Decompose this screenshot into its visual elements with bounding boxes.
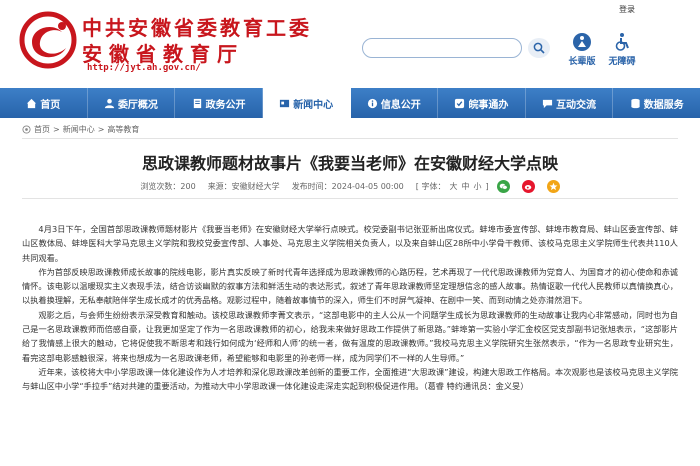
nav-item-data-services[interactable]: 数据服务 [613, 88, 700, 118]
site-title-main: 中共安徽省委教育工委 [82, 16, 312, 40]
article-paragraph: 作为首部反映思政课教师成长故事的院线电影，影片真实反映了新时代青年选择成为思政课… [22, 266, 678, 306]
wechat-share-button[interactable] [496, 180, 510, 193]
document-icon [193, 98, 201, 108]
weibo-icon [524, 185, 531, 190]
nav-item-news[interactable]: 新闻中心 [262, 88, 351, 118]
home-icon [27, 98, 37, 108]
meta-divider [22, 198, 678, 199]
article-body: 4月3日下午，全国首部思政课教师题材影片《我要当老师》在安徽财经大学举行点映式。… [22, 222, 678, 394]
view-count: 浏览次数：200 [140, 182, 196, 191]
nav-item-label: 新闻中心 [293, 99, 334, 111]
elder-mode-label: 长辈版 [568, 57, 596, 67]
nav-item-home[interactable]: 首页 [0, 88, 88, 118]
article-title: 思政课教师题材故事片《我要当老师》在安徽财经大学点映 [141, 154, 558, 173]
weibo-share-button[interactable] [521, 180, 535, 193]
service-icon [455, 98, 465, 108]
nav-item-info-disclosure[interactable]: 信息公开 [351, 88, 439, 118]
wechat-icon [499, 183, 507, 190]
breadcrumb-divider [22, 138, 678, 139]
breadcrumb-separator: > [53, 125, 60, 134]
nav-item-label: 委厅概况 [117, 99, 158, 111]
nav-item-label: 皖事通办 [468, 99, 509, 111]
accessibility-label: 无障碍 [608, 57, 636, 67]
font-size-medium[interactable]: 中 [461, 181, 469, 192]
breadcrumb-home[interactable]: 首页 [34, 124, 50, 135]
government-emblem-icon [19, 11, 77, 69]
nav-item-government-affairs[interactable]: 政务公开 [175, 88, 263, 118]
breadcrumb-higher-education[interactable]: 高等教育 [107, 124, 139, 135]
nav-item-label: 数据服务 [643, 99, 684, 111]
elder-icon [573, 33, 591, 51]
publish-time: 发布时间：2024-04-05 00:00 [291, 182, 404, 191]
article-paragraph: 4月3日下午，全国首部思政课教师题材影片《我要当老师》在安徽财经大学举行点映式。… [22, 224, 678, 263]
font-size-small[interactable]: 小 [473, 181, 481, 192]
article-meta: 浏览次数：200 来源：安徽财经大学 发布时间：2024-04-05 00:00… [0, 180, 700, 193]
site-header: 中共安徽省委教育工委 安徽省教育厅 http://jyt.ah.gov.cn/ … [0, 0, 700, 88]
nav-item-label: 信息公开 [380, 99, 421, 111]
news-icon [280, 99, 290, 107]
article-paragraph: 观影之后，与会师生纷纷表示深受教育和触动。该校思政课教师李菁文表示，“这部电影中… [22, 309, 678, 363]
wheelchair-icon [615, 33, 629, 51]
star-icon [549, 182, 558, 191]
location-icon [22, 125, 31, 134]
article-paragraph: 近年来，该校将大中小学思政课一体化建设作为人才培养和深化思政课改革创新的重要工作… [22, 366, 678, 392]
site-url: http://jyt.ah.gov.cn/ [87, 63, 201, 73]
breadcrumb-news-center[interactable]: 新闻中心 [63, 124, 95, 135]
article-source: 来源：安徽财经大学 [207, 182, 280, 191]
nav-item-interaction[interactable]: 互动交流 [526, 88, 614, 118]
search-input[interactable] [362, 38, 522, 58]
info-icon [367, 98, 377, 108]
nav-item-label: 政务公开 [205, 99, 246, 111]
accessibility-button[interactable]: 无障碍 [602, 32, 642, 67]
main-nav: 首页 委厅概况 政务公开 新闻中心 信息公开 皖事通办 互动交流 数据服务 [0, 88, 700, 118]
login-link[interactable]: 登录 [619, 4, 635, 15]
people-icon [104, 98, 115, 108]
breadcrumb: 首页 > 新闻中心 > 高等教育 [22, 124, 139, 135]
nav-item-online-services[interactable]: 皖事通办 [438, 88, 526, 118]
data-icon [631, 98, 640, 108]
font-size-large[interactable]: 大 [449, 181, 457, 192]
elder-mode-button[interactable]: 长辈版 [562, 32, 602, 67]
font-size-end: ] [485, 182, 489, 191]
nav-item-label: 首页 [40, 99, 61, 111]
qzone-share-button[interactable] [546, 180, 560, 193]
search-icon [533, 42, 545, 54]
font-size-label: [ 字体： [415, 182, 446, 191]
chat-icon [542, 99, 553, 108]
breadcrumb-separator: > [97, 125, 105, 134]
nav-item-overview[interactable]: 委厅概况 [88, 88, 176, 118]
search-button[interactable] [528, 38, 550, 58]
nav-item-label: 互动交流 [556, 99, 597, 111]
